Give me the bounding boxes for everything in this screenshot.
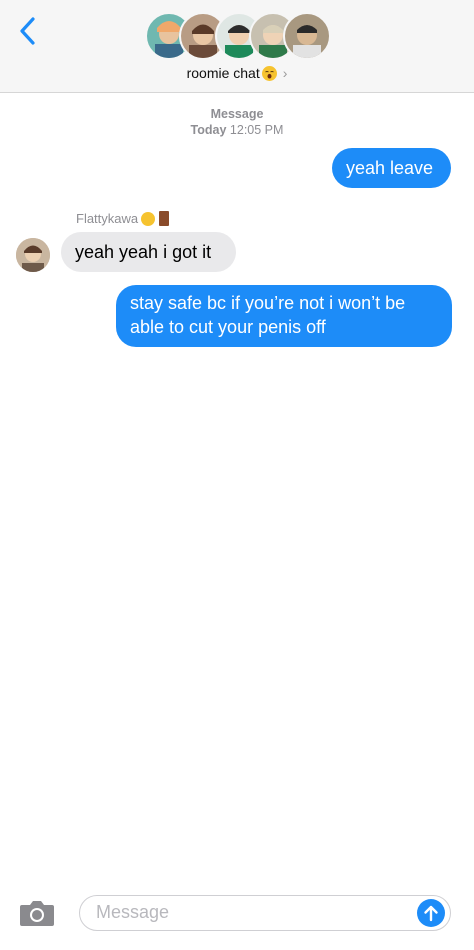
camera-icon xyxy=(20,901,54,926)
incoming-message-bubble[interactable]: yeah yeah i got it xyxy=(61,232,236,272)
message-text: yeah leave xyxy=(346,158,434,178)
outgoing-message-bubble[interactable]: stay safe bc if you’re not i won’t be ab… xyxy=(116,285,452,347)
door-icon xyxy=(159,211,170,226)
chat-name: roomie chat xyxy=(186,65,260,81)
sender-avatar[interactable] xyxy=(16,238,50,272)
chevron-right-icon: › xyxy=(282,65,288,81)
timestamp-day: Today xyxy=(190,123,227,137)
chevron-left-icon xyxy=(20,17,35,45)
conversation-header: roomie chat › xyxy=(0,0,474,93)
send-button[interactable] xyxy=(417,899,445,927)
participant-avatar xyxy=(283,12,331,60)
sender-label: Flattykawa xyxy=(76,211,139,226)
yawning-face-icon xyxy=(261,65,277,81)
message-composer: Message xyxy=(0,890,474,950)
arrow-up-icon xyxy=(424,905,438,922)
back-button[interactable] xyxy=(14,14,40,48)
message-text: yeah yeah i got it xyxy=(75,242,212,262)
message-input[interactable]: Message xyxy=(79,895,451,931)
conversation-title[interactable]: roomie chat › xyxy=(0,62,474,84)
participant-avatars[interactable] xyxy=(145,12,335,60)
zipper-mouth-face-icon xyxy=(141,211,156,226)
message-timestamp: Message Today 12:05 PM xyxy=(0,106,474,138)
timestamp-time: 12:05 PM xyxy=(229,123,284,137)
sender-name: Flattykawa xyxy=(76,211,170,226)
message-text: stay safe bc if you’re not i won’t be ab… xyxy=(130,293,406,337)
camera-button[interactable] xyxy=(18,898,56,928)
service-label: Message xyxy=(210,107,264,121)
message-input-placeholder: Message xyxy=(96,902,170,922)
outgoing-message-bubble[interactable]: yeah leave xyxy=(332,148,451,188)
